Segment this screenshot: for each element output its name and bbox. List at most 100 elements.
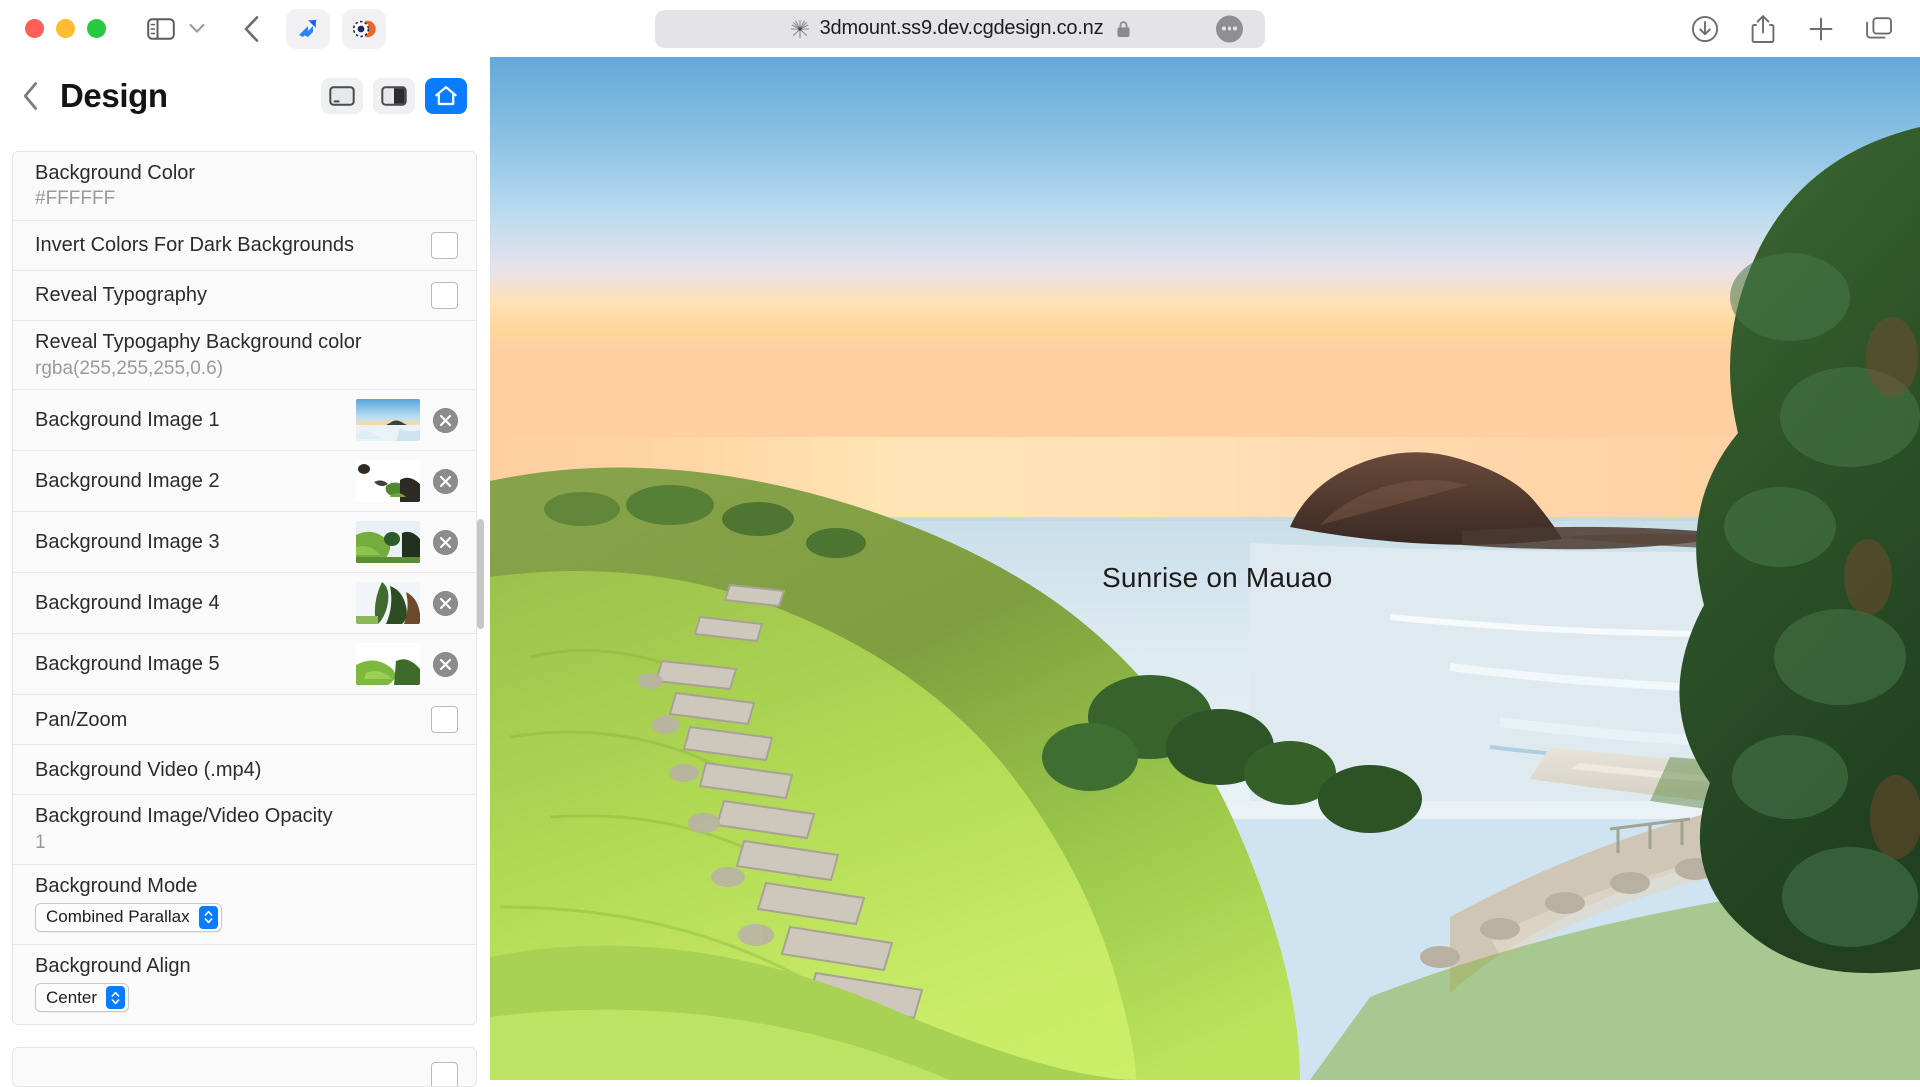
- setting-row-background-image-2[interactable]: Background Image 2: [13, 451, 476, 513]
- dandelion-icon: [790, 19, 809, 38]
- select-stepper-arrows-icon: [106, 986, 126, 1010]
- back-button[interactable]: [234, 12, 268, 46]
- setting-row-background-image-3[interactable]: Background Image 3: [13, 512, 476, 574]
- setting-row-invert-colors[interactable]: Invert Colors For Dark Backgrounds: [13, 221, 476, 272]
- delete-background-image-2-button[interactable]: [433, 468, 458, 494]
- setting-label: Invert Colors For Dark Backgrounds: [35, 234, 355, 257]
- setting-row-pan-zoom[interactable]: Pan/Zoom: [13, 695, 476, 746]
- delete-background-image-1-button[interactable]: [433, 407, 458, 433]
- thumbnail-image: [356, 460, 420, 503]
- design-settings-sidebar: Design Background Color #FFFFFF Invert C…: [0, 57, 490, 1087]
- url-text-group: 3dmount.ss9.dev.cgdesign.co.nz: [789, 17, 1132, 40]
- view-mode-split[interactable]: [373, 78, 415, 114]
- lock-icon: [1117, 20, 1130, 37]
- view-mode-desktop[interactable]: [321, 78, 363, 114]
- setting-texts: Background Image/Video Opacity 1: [35, 804, 333, 854]
- page-title: Design: [60, 77, 168, 114]
- browser-right-tools: [1690, 0, 1894, 57]
- zoom-window-button[interactable]: [87, 19, 106, 38]
- background-image-thumbnail[interactable]: [356, 399, 420, 442]
- sidebar-back-button[interactable]: [10, 76, 50, 116]
- chevron-left-icon: [23, 82, 37, 110]
- favorite-chip-jira[interactable]: [286, 8, 330, 49]
- page-preview-area: Sunrise on Mauao: [490, 57, 1920, 1080]
- downloads-button[interactable]: [1690, 14, 1720, 44]
- menu-dot: [1233, 26, 1237, 31]
- url-label: 3dmount.ss9.dev.cgdesign.co.nz: [819, 17, 1104, 39]
- setting-row-background-image-4[interactable]: Background Image 4: [13, 573, 476, 635]
- secondary-setting-checkbox[interactable]: [431, 1062, 458, 1087]
- home-icon: [435, 86, 457, 106]
- window-traffic-lights: [25, 19, 106, 38]
- browser-toolbar: 3dmount.ss9.dev.cgdesign.co.nz: [0, 0, 1920, 57]
- share-button[interactable]: [1748, 14, 1778, 44]
- delete-circle-icon: [433, 590, 458, 616]
- background-image-thumbnail[interactable]: [356, 582, 420, 625]
- setting-row-background-image-1[interactable]: Background Image 1: [13, 390, 476, 452]
- setting-row-reveal-typography[interactable]: Reveal Typography: [13, 271, 476, 322]
- setting-label: Background Mode: [35, 874, 198, 897]
- setting-label: Background Image 2: [35, 470, 220, 493]
- setting-label: Background Video (.mp4): [35, 758, 262, 781]
- setting-value: #FFFFFF: [35, 188, 116, 210]
- sidebar-menu-chevron[interactable]: [186, 14, 208, 44]
- invert-colors-checkbox[interactable]: [431, 232, 458, 260]
- delete-background-image-4-button[interactable]: [433, 590, 458, 616]
- setting-texts: Pan/Zoom: [35, 708, 127, 732]
- minimize-window-button[interactable]: [56, 19, 75, 38]
- plus-icon: [1809, 17, 1833, 40]
- setting-label: Background Image 1: [35, 409, 220, 432]
- delete-background-image-3-button[interactable]: [433, 529, 458, 555]
- setting-row-background-video[interactable]: Background Video (.mp4): [13, 745, 476, 796]
- setting-row-reveal-typography-background-color[interactable]: Reveal Typogaphy Background color rgba(2…: [13, 321, 476, 391]
- setting-texts: Background Image 1: [35, 408, 220, 432]
- favorite-chip-app[interactable]: [342, 8, 386, 49]
- background-mode-select[interactable]: Combined Parallax: [35, 902, 222, 932]
- setting-label: Background Color: [35, 162, 196, 184]
- delete-circle-icon: [433, 529, 458, 555]
- setting-control: [356, 643, 458, 686]
- background-image-thumbnail[interactable]: [356, 460, 420, 503]
- background-image-thumbnail[interactable]: [356, 643, 420, 686]
- thumbnail-image: [356, 582, 420, 625]
- setting-value: rgba(255,255,255,0.6): [35, 357, 224, 379]
- chevron-updown-icon: [111, 991, 120, 1005]
- tabs-icon: [1866, 16, 1892, 39]
- new-tab-button[interactable]: [1806, 14, 1836, 44]
- jira-icon: [299, 19, 317, 37]
- setting-row-background-align[interactable]: Background Align Center: [13, 944, 476, 1025]
- tab-overview-button[interactable]: [1864, 14, 1894, 44]
- chevron-updown-icon: [204, 911, 213, 924]
- close-window-button[interactable]: [25, 19, 44, 38]
- setting-control: [356, 521, 458, 564]
- setting-control: [356, 582, 458, 625]
- sidebar-scrollbar[interactable]: [477, 519, 484, 629]
- setting-row-background-color[interactable]: Background Color #FFFFFF: [13, 152, 476, 222]
- setting-value: 1: [35, 831, 46, 853]
- page-body: Design Background Color #FFFFFF Invert C…: [0, 57, 1920, 1087]
- view-mode-home[interactable]: [425, 78, 467, 114]
- setting-row-background-opacity[interactable]: Background Image/Video Opacity 1: [13, 795, 476, 865]
- setting-texts: Background Image 5: [35, 652, 220, 676]
- pan-zoom-checkbox[interactable]: [431, 706, 458, 734]
- address-bar[interactable]: 3dmount.ss9.dev.cgdesign.co.nz: [655, 9, 1265, 48]
- setting-control: [431, 282, 458, 310]
- background-image-thumbnail[interactable]: [356, 521, 420, 564]
- background-align-select[interactable]: Center: [35, 983, 130, 1013]
- app-icon: [352, 20, 376, 37]
- page-menu-button[interactable]: [1216, 15, 1243, 42]
- setting-texts: Invert Colors For Dark Backgrounds: [35, 233, 354, 257]
- setting-row-background-image-5[interactable]: Background Image 5: [13, 634, 476, 696]
- setting-label: Background Image/Video Opacity: [35, 805, 333, 828]
- setting-control: [356, 460, 458, 503]
- setting-row-background-mode[interactable]: Background Mode Combined Parallax: [13, 864, 476, 945]
- sidebar-toggle-button[interactable]: [144, 14, 178, 44]
- delete-background-image-5-button[interactable]: [433, 651, 458, 677]
- settings-list: Background Color #FFFFFF Invert Colors F…: [12, 151, 477, 1026]
- menu-dot: [1227, 26, 1232, 31]
- chevron-down-icon: [189, 23, 205, 33]
- reveal-typography-checkbox[interactable]: [431, 282, 458, 310]
- setting-label: Reveal Typogaphy Background color: [35, 331, 362, 354]
- desktop-view-icon: [329, 86, 355, 106]
- setting-label: Background Image 5: [35, 653, 220, 676]
